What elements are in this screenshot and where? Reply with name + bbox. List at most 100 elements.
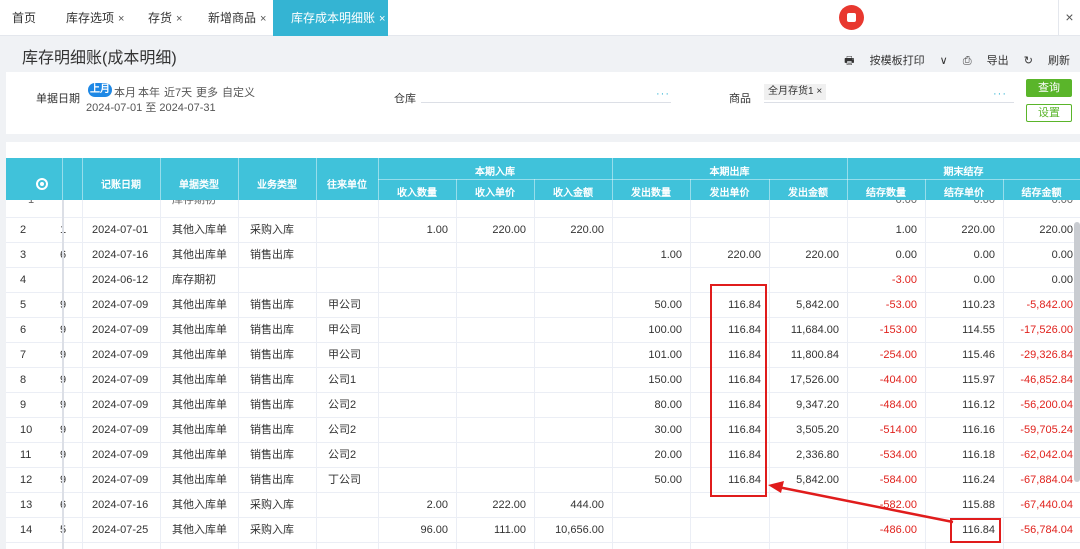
col-out-qty[interactable]: 发出数量 xyxy=(612,184,690,199)
column-divider xyxy=(769,200,770,549)
row-index: 10 xyxy=(20,424,33,436)
column-divider xyxy=(534,200,535,549)
close-icon[interactable]: × xyxy=(379,13,385,25)
close-icon[interactable]: × xyxy=(118,13,124,25)
col-partner[interactable]: 往来单位 xyxy=(316,176,378,191)
date-cell: 2024-07-09 xyxy=(92,399,149,411)
in-qty-cell xyxy=(378,293,448,318)
in-qty-cell: 2.00 xyxy=(426,499,448,511)
date-option-last-7-days[interactable]: 近7天 xyxy=(164,84,192,100)
row-index: 1 xyxy=(28,200,35,206)
header-divider xyxy=(160,158,161,200)
record-icon[interactable] xyxy=(839,5,864,30)
row-index: 7 xyxy=(20,349,27,361)
date-option-custom[interactable]: 自定义 xyxy=(222,84,255,100)
print-button[interactable]: 🖶 按模板打印 xyxy=(844,55,924,67)
row-index: 2 xyxy=(20,224,27,236)
doc-type-cell: 其他出库单 xyxy=(172,424,227,436)
in-qty-cell xyxy=(378,418,448,443)
bal-qty-cell: -53.00 xyxy=(885,299,917,311)
biz-type-cell: 采购入库 xyxy=(250,224,294,236)
goods-input[interactable] xyxy=(764,102,1014,103)
tab-new-product[interactable]: 新增商品 × xyxy=(208,0,266,36)
query-button[interactable]: 查询 xyxy=(1026,79,1072,97)
table-row[interactable]: 1292024-07-09其他出库单销售出库丁公司50.00116.845,84… xyxy=(6,468,1080,493)
tab-cost-ledger[interactable]: 库存成本明细账 × xyxy=(273,0,388,36)
biz-type-cell: 销售出库 xyxy=(250,374,294,386)
vertical-scrollbar[interactable] xyxy=(1074,222,1080,482)
date-option-this-year[interactable]: 本年 xyxy=(138,84,160,100)
in-qty-cell xyxy=(378,243,448,268)
col-doc-type[interactable]: 单据类型 xyxy=(160,176,238,191)
out-amt-cell xyxy=(769,218,839,243)
bal-qty-cell: 0.00 xyxy=(895,200,917,206)
doc-type-cell: 其他出库单 xyxy=(172,449,227,461)
close-all-icon[interactable]: × xyxy=(1058,0,1080,36)
header-divider xyxy=(378,179,1080,180)
tab-stock-options[interactable]: 库存选项 × xyxy=(66,0,124,36)
tab-inventory[interactable]: 存货 × xyxy=(148,0,182,36)
row-index: 13 xyxy=(20,499,33,511)
table-row[interactable]: 1362024-07-16其他入库单采购入库2.00222.00444.00-5… xyxy=(6,493,1080,518)
refresh-button[interactable]: ↻ 刷新 xyxy=(1024,55,1070,67)
export-button[interactable]: ⎙ 导出 xyxy=(963,55,1009,67)
in-price-cell xyxy=(456,393,526,418)
bal-price-cell: 116.24 xyxy=(962,474,995,486)
tab-home[interactable]: 首页 xyxy=(12,0,36,36)
table-row[interactable]: 1092024-07-09其他出库单销售出库公司230.00116.843,50… xyxy=(6,418,1080,443)
col-biz-type[interactable]: 业务类型 xyxy=(238,176,316,191)
table-row[interactable]: 212024-07-01其他入库单采购入库1.00220.00220.001.0… xyxy=(6,218,1080,243)
table-row[interactable]: 1192024-07-09其他出库单销售出库公司220.00116.842,33… xyxy=(6,443,1080,468)
ledger-table: 记账日期 单据类型 业务类型 往来单位 本期入库 本期出库 期末结存 收入数量 … xyxy=(6,142,1080,549)
table-row[interactable]: 892024-07-09其他出库单销售出库公司1150.00116.8417,5… xyxy=(6,368,1080,393)
goods-tag[interactable]: 全月存货1 × xyxy=(764,84,827,100)
table-row[interactable]: 362024-07-16其他出库单销售出库1.00220.00220.000.0… xyxy=(6,243,1080,268)
doc-type-cell: 其他入库单 xyxy=(172,524,227,536)
header-divider xyxy=(847,158,848,200)
table-row[interactable]: 792024-07-09其他出库单销售出库甲公司101.00116.8411,8… xyxy=(6,343,1080,368)
bal-qty-cell: 0.00 xyxy=(895,249,917,261)
col-out-price[interactable]: 发出单价 xyxy=(690,184,769,199)
col-in-qty[interactable]: 收入数量 xyxy=(378,184,456,199)
in-amt-cell xyxy=(534,418,604,443)
close-icon[interactable]: × xyxy=(260,13,266,25)
settings-icon[interactable] xyxy=(36,178,48,190)
date-option-more[interactable]: 更多 xyxy=(196,84,218,100)
table-row[interactable]: 692024-07-09其他出库单销售出库甲公司100.00116.8411,6… xyxy=(6,318,1080,343)
bal-price-cell: 114.55 xyxy=(962,324,995,336)
date-option-last-month[interactable]: 上月 xyxy=(88,83,112,97)
tab-label: 新增商品 xyxy=(208,11,257,25)
bal-qty-cell: -582.00 xyxy=(879,499,917,511)
print-dropdown-icon[interactable]: ∨ xyxy=(940,55,948,67)
frozen-column-divider xyxy=(62,200,64,549)
date-cell: 2024-07-25 xyxy=(92,524,149,536)
in-amt-cell xyxy=(534,368,604,393)
col-bal-amt[interactable]: 结存金额 xyxy=(1003,184,1080,199)
warehouse-more-icon[interactable]: ··· xyxy=(656,88,670,100)
bal-amt-cell: -56,784.04 xyxy=(1020,524,1073,536)
group-in: 本期入库 xyxy=(475,167,515,178)
col-in-amt[interactable]: 收入金额 xyxy=(534,184,612,199)
partner-cell xyxy=(328,268,378,293)
goods-more-icon[interactable]: ··· xyxy=(993,88,1007,100)
in-price-cell xyxy=(456,368,526,393)
table-row[interactable]: 992024-07-09其他出库单销售出库公司280.00116.849,347… xyxy=(6,393,1080,418)
col-bal-qty[interactable]: 结存数量 xyxy=(847,184,925,199)
table-row[interactable]: 592024-07-09其他出库单销售出库甲公司50.00116.845,842… xyxy=(6,293,1080,318)
close-icon[interactable]: × xyxy=(176,13,182,25)
warehouse-input[interactable] xyxy=(421,102,671,103)
print-label: 按模板打印 xyxy=(869,55,925,67)
bal-price-cell: 0.00 xyxy=(973,274,995,286)
col-date[interactable]: 记账日期 xyxy=(82,176,160,191)
date-option-this-month[interactable]: 本月 xyxy=(114,84,136,100)
col-bal-price[interactable]: 结存单价 xyxy=(925,184,1003,199)
row-index: 6 xyxy=(20,324,27,336)
col-in-price[interactable]: 收入单价 xyxy=(456,184,534,199)
table-row[interactable]: 4 2024-06-12 库存期初 -3.00 0.00 0.00 xyxy=(6,268,1080,293)
tab-label: 首页 xyxy=(12,11,37,25)
col-out-amt[interactable]: 发出金额 xyxy=(769,184,847,199)
in-amt-cell xyxy=(534,243,604,268)
doc-type-cell: 其他出库单 xyxy=(172,299,227,311)
table-row[interactable]: 1452024-07-25其他入库单采购入库96.00111.0010,656.… xyxy=(6,518,1080,543)
settings-button[interactable]: 设置 xyxy=(1026,104,1072,122)
